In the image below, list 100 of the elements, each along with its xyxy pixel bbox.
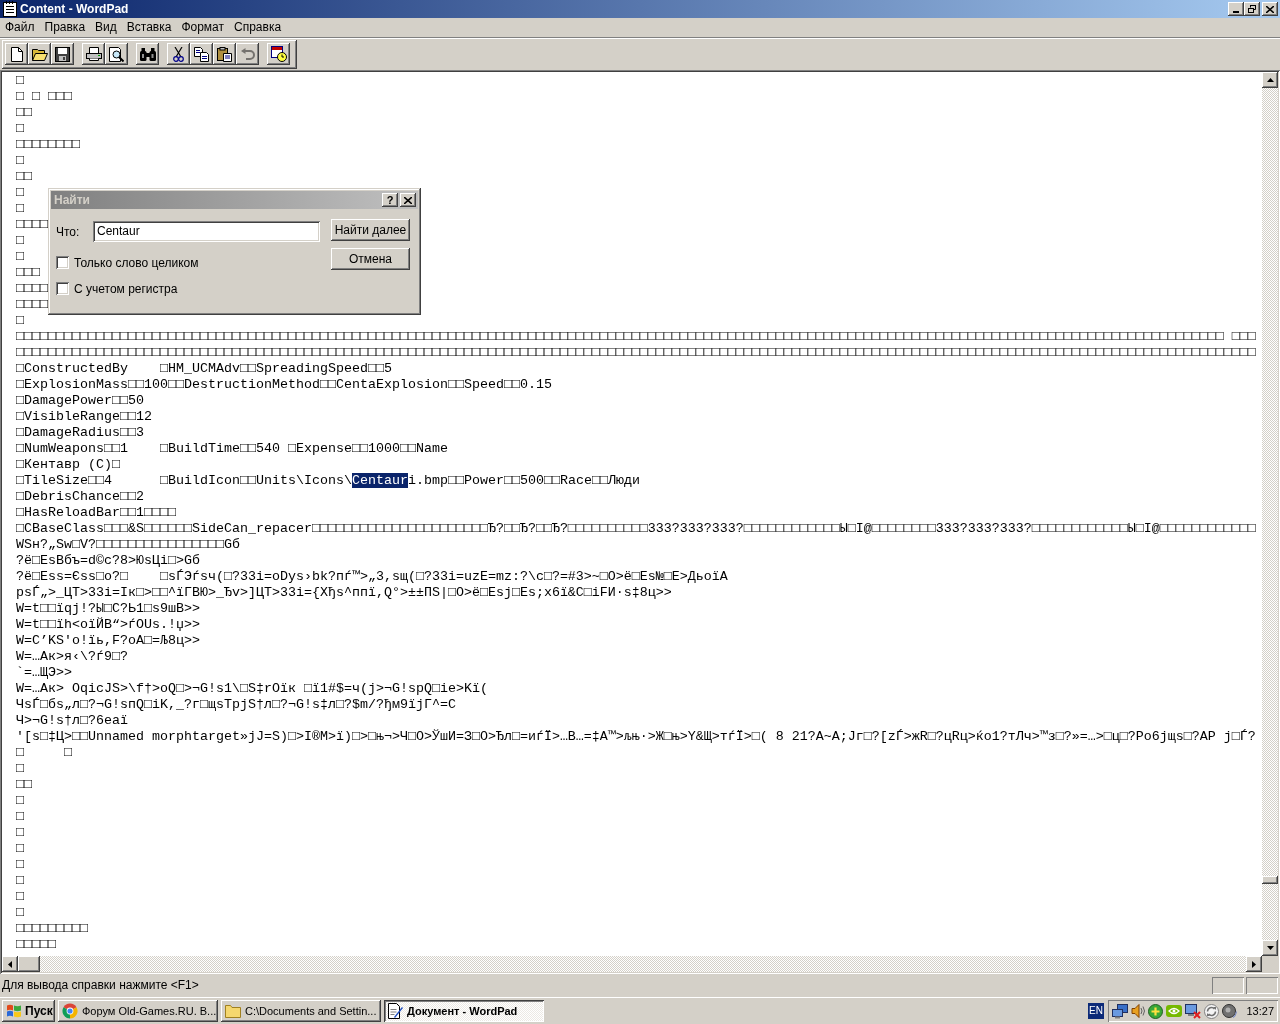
taskbar-button[interactable]: C:\Documents and Settin... (221, 1000, 381, 1022)
new-button[interactable] (5, 43, 28, 65)
document-text: □DamageRadius□□3 (16, 425, 144, 440)
document-text: □ (16, 185, 24, 200)
speaker-icon[interactable] (1131, 1004, 1145, 1018)
document-text: ЧsЃ□бs„л□?¬G!sпQ□iK,_?г□щsTpjS†л□?¬G!s‡л□?$m/?ђм9їјГ^=C (16, 697, 456, 712)
menu-item[interactable]: Вставка (121, 19, 177, 36)
paste-button[interactable] (213, 43, 236, 65)
monitors-icon[interactable] (1112, 1003, 1128, 1019)
menu-item[interactable]: Справка (229, 19, 287, 36)
document-text: psЃ„>_ЦТ>33i=Iк□>□□^їГВЮ>_Ђv>]ЦТ>33i={Xђs^ппї,Q°>±±ПS|□O>ё□Esj□Es;x6ї&C□iFИ·s‡8ц>> (16, 585, 672, 600)
document-text: □ (16, 905, 24, 920)
scroll-left-button[interactable] (2, 956, 18, 972)
document-text: W=…Ак> OqicJS>\f†>oQ□>¬G!s1\□S‡rOїк □ї1#$=ч(j>¬G!spQ□ie>Kї( (16, 681, 488, 696)
menu-item[interactable]: Формат (176, 19, 230, 36)
horizontal-scrollbar[interactable] (2, 956, 1262, 972)
flag-icon (6, 1004, 22, 1018)
print-button[interactable] (82, 43, 105, 65)
close-button[interactable] (400, 193, 416, 207)
document-text: □DamagePower□□50 (16, 393, 144, 408)
folder-icon (225, 1004, 241, 1018)
document-text: `=…ЩЭ>> (16, 665, 72, 680)
restore-button[interactable] (1244, 2, 1260, 16)
document-text: W=C’KS'o!їь,F?oА□=Љ8ц>> (16, 633, 200, 648)
scroll-up-button[interactable] (1262, 72, 1278, 88)
find-input[interactable]: Centaur (93, 221, 320, 242)
scroll-down-button[interactable] (1262, 940, 1278, 956)
clipboard-icon (217, 46, 232, 62)
document-text: □Кентавр (C)□ (16, 457, 120, 472)
help-button[interactable]: ? (382, 193, 398, 207)
language-indicator[interactable]: EN (1088, 1003, 1104, 1019)
blank-page-icon (10, 46, 23, 62)
document-text: □ (16, 73, 24, 88)
scroll-thumb[interactable] (1262, 876, 1278, 884)
scissors-icon (173, 46, 184, 62)
checkbox-label: Только слово целиком (74, 255, 199, 270)
disc-icon[interactable] (1222, 1003, 1237, 1019)
document-text: □DebrisChance□□2 (16, 489, 144, 504)
document-text: □ (16, 153, 24, 168)
page-pen-icon (388, 1003, 403, 1019)
taskbar-button[interactable]: Документ - WordPad (384, 1000, 544, 1022)
document-text: □ExplosionMass□□100□□DestructionMethod□□CentaExplosion□□Speed□□0.15 (16, 377, 552, 392)
document-text: □□ (16, 777, 32, 792)
checkbox-label: С учетом регистра (74, 281, 178, 296)
checkbox[interactable] (56, 282, 69, 295)
copy-button[interactable] (190, 43, 213, 65)
document-text: □VisibleRange□□12 (16, 409, 152, 424)
start-button[interactable]: Пуск (2, 1000, 55, 1022)
minimize-button[interactable] (1228, 2, 1244, 16)
binoculars-icon (139, 47, 156, 61)
document-text: □□□□□□□□ (16, 137, 80, 152)
dialog-button[interactable]: Найти далее (331, 219, 410, 241)
pages-icon (194, 46, 209, 62)
menu-item[interactable]: Вид (90, 19, 122, 36)
menu-item[interactable]: Правка (39, 19, 91, 36)
folder-icon (31, 47, 48, 61)
undo-arrow-icon (240, 48, 255, 60)
menu-item[interactable]: Файл (0, 19, 40, 36)
restore-icon (1248, 5, 1256, 13)
checkbox[interactable] (56, 256, 69, 269)
taskbar-button[interactable]: Форум Old-Games.RU. В... (58, 1000, 218, 1022)
document-text: □TileSize□□4 □BuildIcon□□Units\Icons\ (16, 473, 352, 488)
document-text: □ (16, 761, 24, 776)
scroll-right-button[interactable] (1246, 956, 1262, 972)
circular-arrows-icon[interactable] (1204, 1003, 1219, 1019)
date-time-button[interactable] (267, 43, 290, 65)
monitor-cross-icon[interactable] (1185, 1003, 1201, 1019)
document-text: □□□□ (16, 297, 48, 312)
dialog-title: Найти (54, 193, 90, 207)
document-text: □ (16, 889, 24, 904)
plus-circle-icon[interactable] (1148, 1003, 1163, 1019)
status-text: Для вывода справки нажмите <F1> (2, 978, 200, 992)
clock: 13:27 (1246, 1005, 1274, 1017)
document-text: □□□□□□□□□ (16, 921, 88, 936)
document-text: □□□□□ (16, 937, 56, 952)
find-button[interactable] (136, 43, 159, 65)
round-logo-icon (62, 1003, 78, 1019)
open-button[interactable] (28, 43, 51, 65)
document-text: □HasReloadBar□□1□□□□ (16, 505, 176, 520)
document-text: '[s□‡Ц>□□Unnamed morphtarget»jJ=S)□>I®M>ї)□>□њ¬>Ч□O>ЎшИ=З□O>Ђл□=иѓЇ>…В…=‡А™>љњ·>Ж□њ>Y&Щ>тѓЇ>□( 8 21?А~А;Јг□?[zЃ>жR□?цRц>ќo1?тЛч>™з□?»=…>□ц□?Po6jщs□?AP j□Ѓ? (16, 729, 1256, 744)
window-title: Content - WordPad (20, 2, 129, 16)
save-button[interactable] (51, 43, 74, 65)
document-text: WSн?„Sw□V?□□□□□□□□□□□□□□□□Gб (16, 537, 240, 552)
document-text: □NumWeapons□□1 □BuildTime□□540 □Expense□□1000□□Name (16, 441, 448, 456)
print-preview-button[interactable] (105, 43, 128, 65)
document-text: □ (16, 841, 24, 856)
left-arrow-icon (8, 960, 12, 968)
calendar-clock-icon (270, 46, 287, 62)
document-text: □ (16, 873, 24, 888)
notepad-icon (3, 1, 17, 17)
document-text: □ (16, 793, 24, 808)
vertical-scrollbar[interactable] (1262, 72, 1278, 956)
document-text: □ConstructedBy □HM_UCMAdv□□SpreadingSpeed□□5 (16, 361, 392, 376)
document-text: □□□□ (16, 217, 48, 232)
dialog-button[interactable]: Отмена (331, 248, 410, 270)
document-text: □ □ □□□ (16, 89, 72, 104)
cut-button[interactable] (167, 43, 190, 65)
scroll-thumb[interactable] (18, 956, 40, 972)
document-text: □ (16, 249, 24, 264)
close-button[interactable] (1262, 2, 1278, 16)
